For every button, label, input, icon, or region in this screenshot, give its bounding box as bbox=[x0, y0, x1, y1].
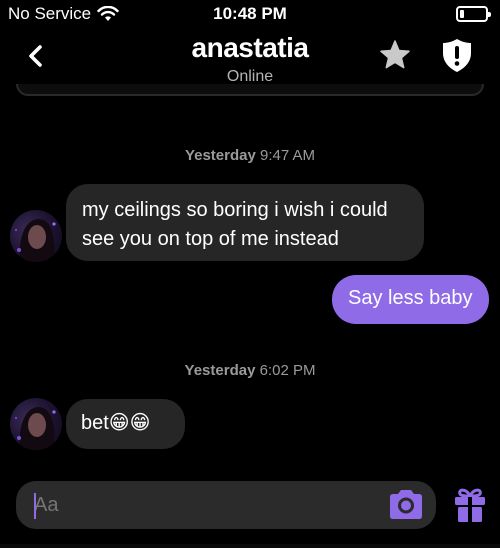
timestamp-day: Yesterday bbox=[184, 147, 256, 164]
message-composer[interactable] bbox=[16, 481, 436, 529]
timestamp-time: 6:02 PM bbox=[259, 362, 316, 379]
timestamp-time: 9:47 AM bbox=[260, 147, 316, 164]
avatar-photo bbox=[14, 219, 56, 262]
message-line: my ceilings so boring i wish i could bbox=[82, 199, 388, 221]
battery-level bbox=[460, 10, 464, 18]
contact-name[interactable]: anastatia bbox=[0, 32, 500, 64]
status-bar: No Service 10:48 PM bbox=[0, 0, 500, 28]
battery-icon bbox=[456, 6, 491, 22]
conversation-header: anastatia Online bbox=[0, 28, 500, 90]
header-divider bbox=[16, 84, 484, 96]
avatar-photo bbox=[14, 407, 56, 450]
clock: 10:48 PM bbox=[213, 4, 287, 23]
avatar[interactable] bbox=[10, 210, 62, 262]
message-text: Say less baby bbox=[348, 287, 473, 309]
message-incoming[interactable]: bet😁😁 bbox=[66, 399, 185, 449]
message-line: see you on top of me instead bbox=[82, 228, 339, 250]
bottom-edge bbox=[0, 544, 500, 548]
message-outgoing[interactable]: Say less baby bbox=[332, 275, 489, 324]
message-text: bet😁😁 bbox=[81, 412, 151, 434]
message-incoming[interactable]: my ceilings so boring i wish i could see… bbox=[66, 184, 424, 261]
gift-icon[interactable] bbox=[452, 486, 488, 524]
timestamp-day: Yesterday bbox=[184, 362, 256, 379]
message-input[interactable] bbox=[34, 491, 364, 519]
star-icon[interactable] bbox=[378, 38, 412, 72]
camera-icon[interactable] bbox=[386, 486, 426, 524]
timestamp-2: Yesterday 6:02 PM bbox=[0, 362, 500, 379]
timestamp-1: Yesterday 9:47 AM bbox=[0, 147, 500, 164]
text-cursor bbox=[34, 493, 36, 519]
avatar[interactable] bbox=[10, 398, 62, 450]
shield-icon[interactable] bbox=[440, 36, 474, 74]
